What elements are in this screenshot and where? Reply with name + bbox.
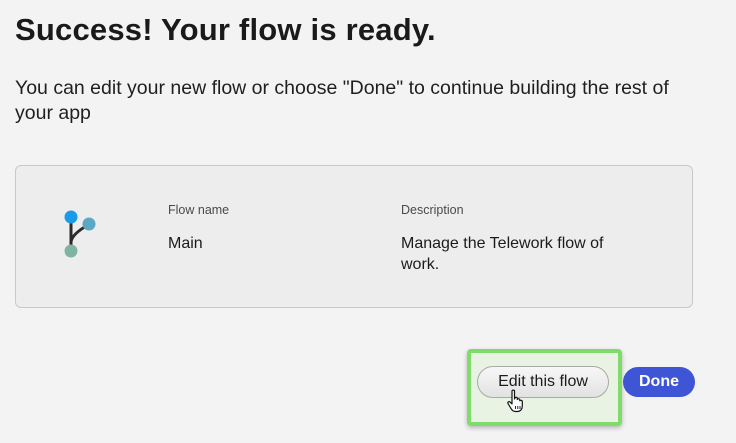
flow-name-value: Main bbox=[168, 235, 203, 252]
description-value: Manage the Telework flow of work. bbox=[401, 235, 604, 273]
success-page: Success! Your flow is ready. You can edi… bbox=[0, 0, 736, 443]
page-title: Success! Your flow is ready. bbox=[15, 12, 436, 47]
edit-flow-button[interactable]: Edit this flow bbox=[477, 366, 609, 398]
flow-branch-icon bbox=[64, 210, 96, 258]
hand-pointer-icon bbox=[507, 389, 523, 413]
flow-name-label: Flow name bbox=[168, 203, 230, 217]
page-subtitle: You can edit your new flow or choose "Do… bbox=[15, 77, 669, 124]
done-button[interactable]: Done bbox=[623, 367, 695, 397]
description-label: Description bbox=[401, 203, 464, 217]
flow-summary-card: Flow name Main Description Manage the Te… bbox=[15, 165, 693, 308]
